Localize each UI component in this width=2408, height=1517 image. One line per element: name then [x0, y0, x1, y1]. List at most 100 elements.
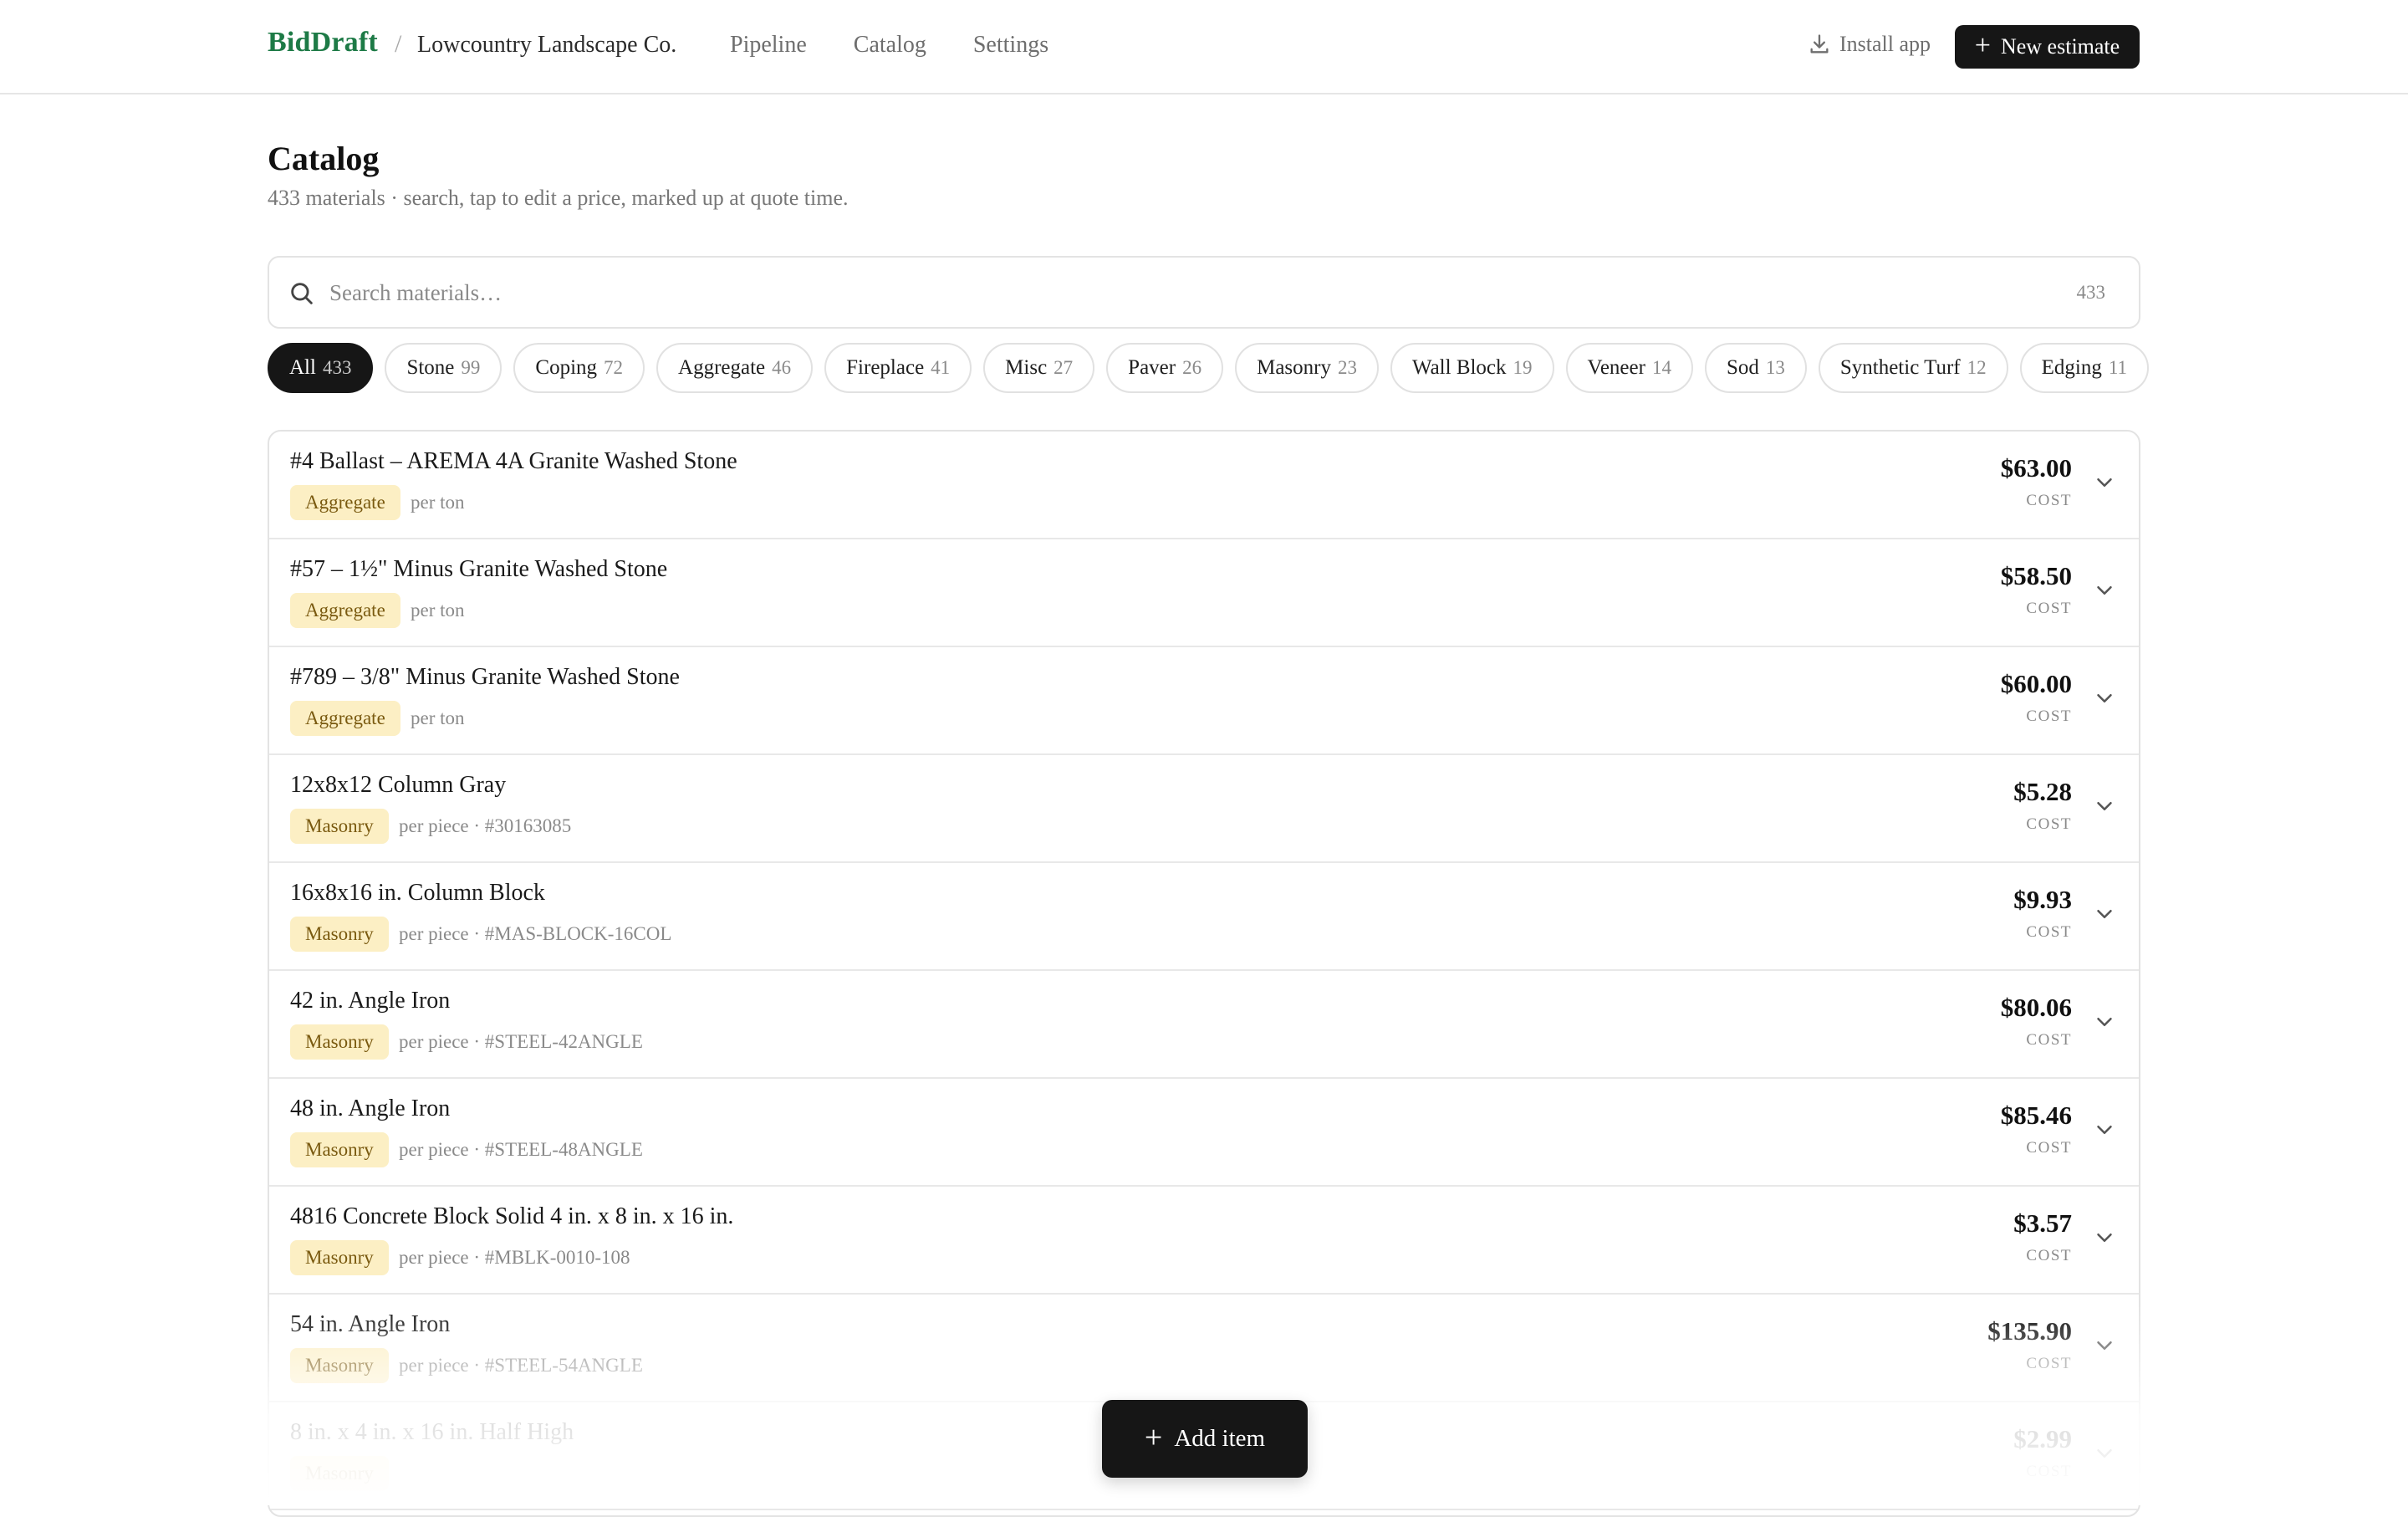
chevron-down-icon[interactable] [2092, 1117, 2117, 1142]
search-input[interactable] [329, 273, 1918, 313]
material-unit-sku: per piece · #30163085 [399, 815, 572, 836]
category-chip[interactable]: Synthetic Turf 12 [1818, 343, 2008, 393]
material-price[interactable]: $135.90 [1987, 1316, 2072, 1346]
material-price[interactable]: $85.46 [2001, 1101, 2072, 1131]
category-filter-bar[interactable]: All 433 Stone 99 Coping 72 Aggregate 46 Fireplac… [268, 343, 2149, 395]
chip-label: Aggregate [678, 356, 766, 379]
cost-label: COST [2026, 707, 2072, 725]
material-unit-sku: per piece · #MBLK-0010-108 [399, 1247, 630, 1268]
nav-settings[interactable]: Settings [973, 32, 1048, 59]
cost-label: COST [2026, 600, 2072, 617]
chevron-down-icon[interactable] [2092, 1009, 2117, 1034]
cost-label: COST [2026, 815, 2072, 833]
material-name: 16x8x16 in. Column Block [290, 880, 545, 906]
material-row[interactable]: #57 – 1½" Minus Granite Washed Stone Aggr… [269, 539, 2139, 647]
category-chip[interactable]: Paver 26 [1106, 343, 1224, 393]
category-badge: Masonry [290, 917, 389, 952]
category-badge: Masonry [290, 809, 389, 844]
category-chip[interactable]: Masonry 23 [1235, 343, 1379, 393]
material-row[interactable]: #789 – 3/8" Minus Granite Washed Stone Ag… [269, 647, 2139, 755]
material-row[interactable]: #4 Ballast – AREMA 4A Granite Washed Sto… [269, 432, 2139, 539]
chevron-down-icon[interactable] [2092, 1225, 2117, 1250]
category-chip[interactable]: All 433 [268, 343, 374, 393]
chevron-down-icon[interactable] [2092, 686, 2117, 711]
download-icon [1810, 34, 1829, 54]
category-chip[interactable]: Edging 11 [2019, 343, 2149, 393]
cost-label: COST [2026, 1247, 2072, 1264]
page-title: Catalog [268, 140, 380, 177]
chip-count: 12 [1967, 357, 1987, 378]
new-estimate-button[interactable]: + New estimate [1955, 25, 2140, 69]
material-name: #789 – 3/8" Minus Granite Washed Stone [290, 664, 680, 690]
material-price[interactable]: $58.50 [2001, 561, 2072, 591]
category-badge: Aggregate [290, 593, 400, 628]
material-unit-sku: per ton [411, 707, 465, 728]
chip-count: 13 [1765, 357, 1785, 378]
category-chip[interactable]: Sod 13 [1704, 343, 1807, 393]
search-box: 433 [268, 256, 2140, 329]
chevron-down-icon[interactable] [2092, 902, 2117, 927]
chip-count: 27 [1054, 357, 1074, 378]
category-chip[interactable]: Wall Block 19 [1390, 343, 1554, 393]
materials-list: #4 Ballast – AREMA 4A Granite Washed Sto… [268, 430, 2140, 1517]
main-nav: Pipeline Catalog Settings [730, 32, 1048, 59]
breadcrumb-separator: / [395, 30, 402, 58]
material-name: 48 in. Angle Iron [290, 1096, 451, 1121]
material-row[interactable]: 42 in. Angle Iron Masonry per piece · #STE… [269, 971, 2139, 1079]
material-price[interactable]: $2.99 [2013, 1424, 2072, 1454]
chip-label: Misc [1005, 356, 1048, 379]
material-price[interactable]: $3.57 [2013, 1208, 2072, 1239]
material-unit-sku: per piece · #STEEL-54ANGLE [399, 1355, 643, 1376]
material-price[interactable]: $80.06 [2001, 993, 2072, 1023]
chip-count: 14 [1651, 357, 1671, 378]
nav-catalog[interactable]: Catalog [854, 32, 926, 59]
chevron-down-icon[interactable] [2092, 1333, 2117, 1358]
chip-label: Masonry [1257, 356, 1331, 379]
cost-label: COST [2026, 1463, 2072, 1480]
material-row[interactable]: 12x8x12 Column Gray Masonry per piece · #3… [269, 755, 2139, 863]
material-name: 8 in. x 4 in. x 16 in. Half High [290, 1419, 574, 1445]
material-row[interactable]: 4816 Concrete Block Solid 4 in. x 8 in. … [269, 1187, 2139, 1295]
category-chip[interactable]: Fireplace 41 [824, 343, 972, 393]
chevron-down-icon[interactable] [2092, 578, 2117, 603]
category-chip[interactable]: Stone 99 [385, 343, 503, 393]
material-name: 12x8x12 Column Gray [290, 772, 507, 798]
category-badge: Masonry [290, 1024, 389, 1060]
chip-count: 26 [1182, 357, 1202, 378]
category-chip[interactable]: Aggregate 46 [656, 343, 814, 393]
top-bar: BidDraft / Lowcountry Landscape Co. Pipe… [0, 0, 2408, 94]
chip-label: Sod [1726, 356, 1759, 379]
chip-count: 23 [1337, 357, 1357, 378]
install-app-label: Install app [1839, 32, 1931, 56]
install-app-button[interactable]: Install app [1808, 32, 1931, 57]
chip-count: 433 [322, 357, 352, 378]
nav-pipeline[interactable]: Pipeline [730, 32, 807, 59]
material-unit-sku: per piece · #MAS-BLOCK-16COL [399, 923, 672, 944]
category-chip[interactable]: Misc 27 [983, 343, 1095, 393]
material-row[interactable]: 16x8x16 in. Column Block Masonry per piece… [269, 863, 2139, 971]
category-badge: Aggregate [290, 701, 400, 736]
material-price[interactable]: $63.00 [2001, 453, 2072, 483]
add-item-button[interactable]: + Add item [1102, 1400, 1308, 1478]
material-price[interactable]: $60.00 [2001, 669, 2072, 699]
chevron-down-icon[interactable] [2092, 470, 2117, 495]
category-chip[interactable]: Coping 72 [513, 343, 645, 393]
chip-label: Edging [2041, 356, 2102, 379]
chip-label: Veneer [1587, 356, 1645, 379]
chip-count: 99 [461, 357, 481, 378]
chevron-down-icon[interactable] [2092, 794, 2117, 819]
category-badge: Masonry [290, 1456, 389, 1491]
brand-logo[interactable]: BidDraft [268, 27, 378, 59]
material-row[interactable]: 54 in. Angle Iron Masonry per piece · #STE… [269, 1295, 2139, 1402]
new-estimate-label: New estimate [2000, 34, 2120, 59]
chip-label: Paver [1128, 356, 1176, 379]
search-icon [291, 283, 313, 304]
material-row[interactable]: 48 in. Angle Iron Masonry per piece · #STE… [269, 1079, 2139, 1187]
material-price[interactable]: $9.93 [2013, 885, 2072, 915]
category-chip[interactable]: Veneer 14 [1565, 343, 1693, 393]
chip-label: Coping [535, 356, 598, 379]
chevron-down-icon[interactable] [2092, 1441, 2117, 1466]
material-name: #4 Ballast – AREMA 4A Granite Washed Sto… [290, 448, 737, 474]
plus-icon: + [1974, 29, 1991, 61]
material-price[interactable]: $5.28 [2013, 777, 2072, 807]
